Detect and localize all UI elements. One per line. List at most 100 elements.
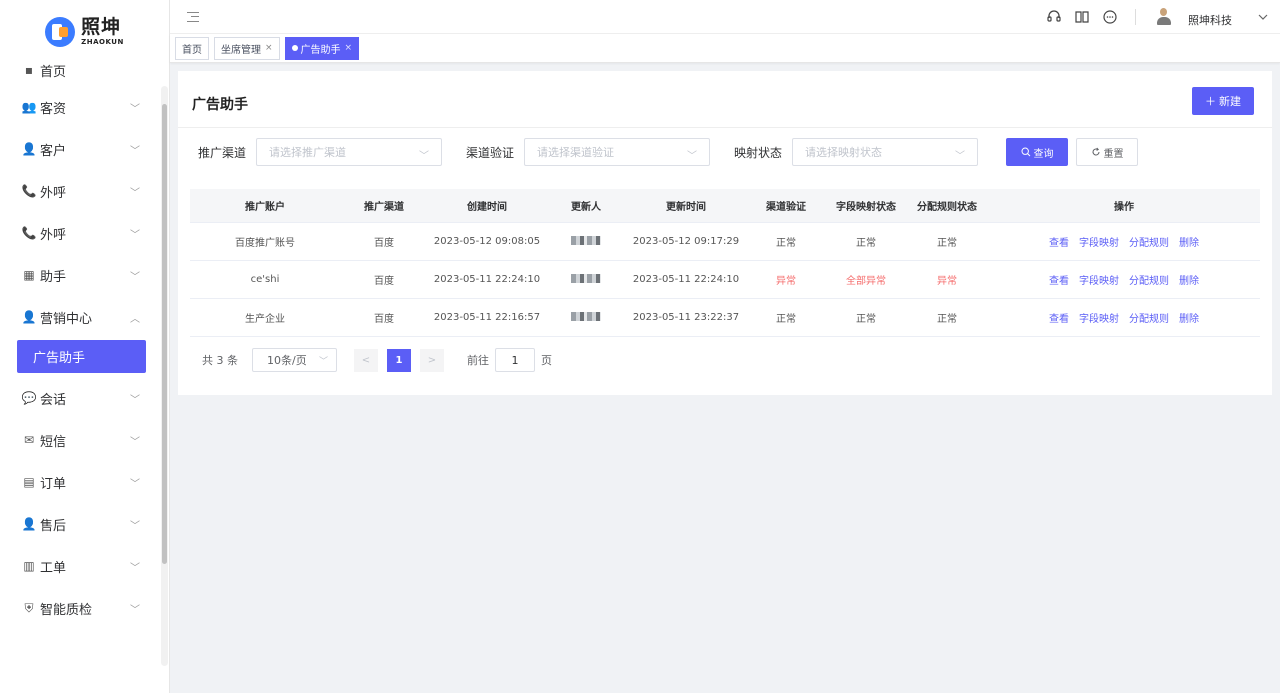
top-header: 照坤科技 [170,0,1280,34]
sidebar-item-label: 会话 [40,392,67,408]
channel-select-placeholder: 请选择推广渠道 [269,146,347,159]
ad-accounts-table: 推广账户 推广渠道 创建时间 更新人 更新时间 渠道验证 字段映射状态 分配规则… [190,189,1260,337]
tab-tag[interactable]: 首页 [175,36,209,60]
row-action-link[interactable]: 查看 [1049,234,1069,249]
sidebar-menu: ▪ 首页 👥 客资 ﹀ 👤 客户 ﹀ 📞 外呼 ﹀ 📞 外呼 ﹀ ▦ 助手 ﹀ 👤 营销中心 ︿ 广告助手 💬 会话 ﹀ ✉ 短信… [0,63,160,629]
phone-call-icon: 📞 [21,184,37,198]
new-button-label: 新建 [1219,95,1241,108]
sidebar-item[interactable]: 👤 售后 ﹀ [0,503,160,545]
sidebar-item-label: 客资 [40,101,67,117]
chevron-up-icon: ︿ [130,313,140,325]
cell-channel: 百度 [374,276,394,287]
sidebar-item[interactable]: ▤ 订单 ﹀ [0,461,160,503]
row-action-link[interactable]: 分配规则 [1129,272,1169,287]
sidebar-scrollbar-thumb[interactable] [162,104,167,564]
chevron-down-icon[interactable] [1258,11,1268,24]
mail-icon: ✉ [23,433,35,447]
page-number-button[interactable]: 1 [387,348,411,372]
reset-button[interactable]: 重置 [1076,138,1139,166]
chevron-down-icon: ﹀ [130,436,140,448]
sidebar-item[interactable]: ⛨ 智能质检 ﹀ [0,587,160,629]
chevron-down-icon: ﹀ [130,145,140,157]
sidebar-item[interactable]: ▦ 助手 ﹀ [0,254,160,296]
row-action-link[interactable]: 字段映射 [1079,272,1119,287]
chevron-down-icon: ﹀ [130,271,140,283]
search-button[interactable]: 查询 [1006,138,1069,166]
document-icon: ▤ [23,475,35,489]
cell-actions: 查看 字段映射 分配规则 删除 [988,310,1260,325]
sidebar-item-label: 外呼 [40,185,67,201]
goto-page-input[interactable]: 1 [495,348,535,372]
row-action-link[interactable]: 字段映射 [1079,234,1119,249]
close-icon[interactable]: × [265,43,273,53]
page-size-select[interactable]: 10条/页 ﹀ [252,348,337,372]
prev-page-button[interactable]: < [354,348,378,372]
sidebar-item[interactable]: 👤 营销中心 ︿ [0,296,160,338]
chevron-left-icon: < [361,354,371,366]
mapping-select[interactable]: 请选择映射状态 ﹀ [792,138,979,166]
new-button[interactable]: ＋ 新建 [1192,87,1254,115]
menu-fold-icon[interactable] [187,11,199,22]
sidebar-item[interactable]: 👥 客资 ﹀ [0,86,160,128]
tab-tag-label: 首页 [182,44,202,56]
sidebar-scrollbar[interactable] [161,86,168,666]
sidebar-item[interactable]: 📞 外呼 ﹀ [0,212,160,254]
cell-updated: 2023-05-11 23:22:37 [632,312,740,323]
headset-icon[interactable] [1045,8,1063,26]
row-action-link[interactable]: 查看 [1049,272,1069,287]
refresh-icon [1092,147,1100,156]
sidebar-subitem-active[interactable]: 广告助手 [17,340,146,373]
sidebar-item-label: 营销中心 [40,311,93,327]
chevron-down-icon: ﹀ [318,357,328,367]
chevron-down-icon: ﹀ [130,604,140,616]
chart-icon: ▦ [23,268,35,282]
reset-button-label: 重置 [1103,148,1124,160]
redacted-updater [571,273,601,283]
table-row: 生产企业 百度 2023-05-11 22:16:57 2023-05-11 23:2… [190,299,1260,337]
main-card: 广告助手 ＋ 新建 推广渠道 请选择推广渠道 ﹀ 渠道验证 请选择渠道验证 ﹀ … [178,71,1272,395]
column-header: 更新时间 [666,202,706,213]
close-icon[interactable]: × [345,43,353,53]
sidebar-item-home[interactable]: ▪ 首页 [0,54,160,86]
tab-tag[interactable]: 坐席管理 × [214,36,280,60]
sidebar-item-label: 工单 [40,560,67,576]
row-action-link[interactable]: 查看 [1049,310,1069,325]
chevron-down-icon: ﹀ [130,103,140,115]
cell-updated: 2023-05-11 22:24:10 [632,274,740,285]
user-headset-icon: 👤 [21,517,37,531]
row-action-link[interactable]: 分配规则 [1129,234,1169,249]
sidebar-item[interactable]: ▥ 工单 ﹀ [0,545,160,587]
tab-tag[interactable]: 广告助手 × [284,36,360,60]
column-header: 操作 [1114,202,1134,213]
pagination: 共 3 条 10条/页 ﹀ < 1 > 前往 1 页 [202,348,552,372]
user-icon: 👤 [21,142,37,156]
sidebar-item[interactable]: ✉ 短信 ﹀ [0,419,160,461]
verify-select-placeholder: 请选择渠道验证 [537,146,615,159]
sidebar-item[interactable]: 👤 客户 ﹀ [0,128,160,170]
grid-icon: ▪ [24,63,34,77]
cell-updater [546,311,626,324]
row-action-link[interactable]: 字段映射 [1079,310,1119,325]
column-header: 更新人 [571,202,601,213]
sidebar-item[interactable]: 📞 外呼 ﹀ [0,170,160,212]
row-action-link[interactable]: 删除 [1179,310,1199,325]
verify-filter-label: 渠道验证 [466,145,515,160]
page-title: 广告助手 [192,97,248,113]
header-username[interactable]: 照坤科技 [1188,12,1232,28]
chevron-down-icon: ﹀ [419,151,430,162]
channel-select[interactable]: 请选择推广渠道 ﹀ [256,138,443,166]
row-action-link[interactable]: 删除 [1179,234,1199,249]
row-action-link[interactable]: 删除 [1179,272,1199,287]
active-dot-icon [291,45,298,51]
row-action-link[interactable]: 分配规则 [1129,310,1169,325]
verify-select[interactable]: 请选择渠道验证 ﹀ [524,138,711,166]
plus-icon: ＋ [1205,95,1216,108]
book-icon[interactable] [1073,8,1091,26]
sidebar-item[interactable]: 💬 会话 ﹀ [0,377,160,419]
next-page-button[interactable]: > [420,348,444,372]
redacted-updater [571,311,601,321]
message-icon[interactable] [1101,8,1119,26]
chevron-down-icon: ﹀ [130,520,140,532]
user-avatar[interactable] [1156,8,1172,26]
chevron-down-icon: ﹀ [130,187,140,199]
